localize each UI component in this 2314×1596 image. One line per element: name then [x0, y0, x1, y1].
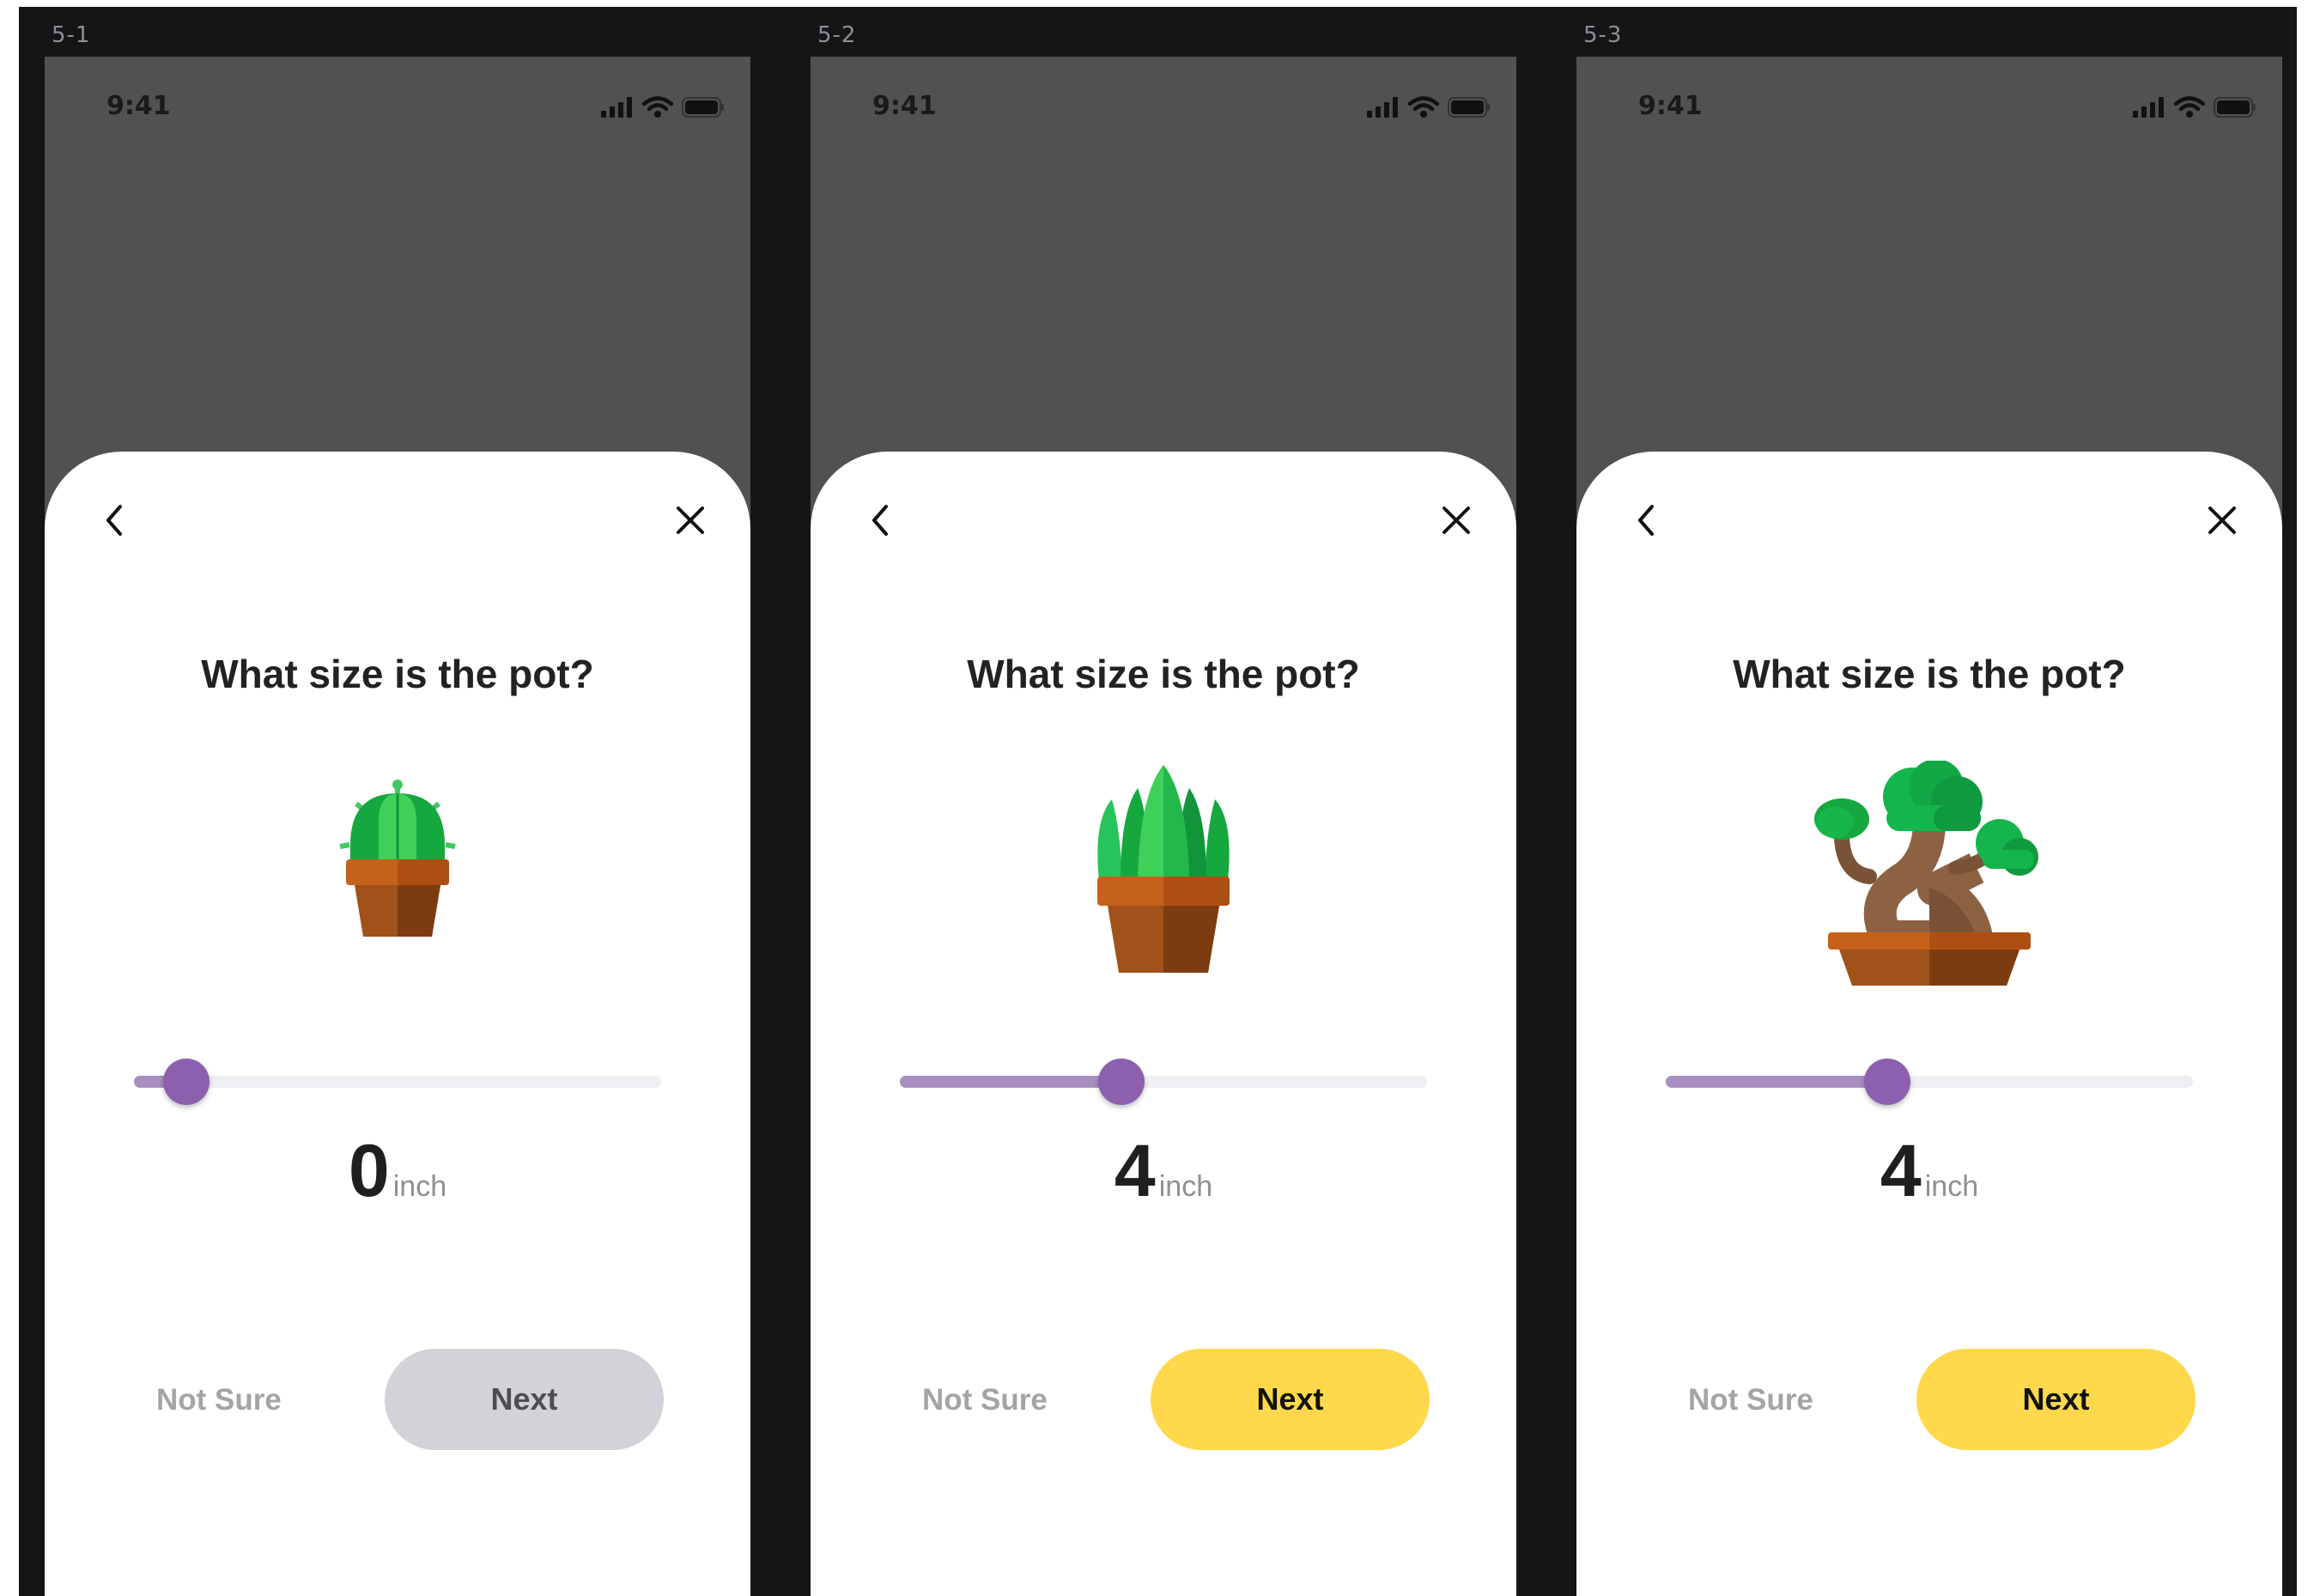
frame-label: 5-2 [817, 22, 857, 48]
battery-icon [682, 97, 724, 118]
phone-screen: 9:41 [1576, 57, 2282, 1596]
signal-icon [1367, 97, 1398, 118]
next-button[interactable]: Next [385, 1349, 664, 1450]
not-sure-button[interactable]: Not Sure [922, 1383, 1048, 1417]
back-chevron-icon[interactable] [1628, 501, 1666, 539]
slider-thumb[interactable] [163, 1059, 210, 1105]
status-time: 9:41 [1638, 91, 1703, 121]
not-sure-button[interactable]: Not Sure [156, 1383, 282, 1417]
size-value: 4 [1114, 1130, 1156, 1212]
frame-5-1: 5-1 9:41 What size is the pot? 0 inch No… [19, 7, 792, 1596]
design-board: 5-1 9:41 What size is the pot? 0 inch No… [19, 7, 2297, 1596]
succulent-illustration [1097, 765, 1230, 973]
page-title: What size is the pot? [201, 652, 594, 696]
cactus-illustration [339, 780, 456, 937]
next-button[interactable]: Next [1916, 1349, 2196, 1450]
battery-icon [2214, 97, 2256, 118]
slider-thumb[interactable] [1863, 1059, 1910, 1105]
size-unit: inch [1158, 1170, 1213, 1203]
close-icon[interactable] [2203, 501, 2241, 539]
bottom-sheet: What size is the pot? [811, 452, 1516, 1596]
size-unit: inch [392, 1170, 447, 1203]
frame-5-2: 5-2 9:41 What size is the pot? 4 inch No… [785, 7, 1558, 1596]
status-time: 9:41 [106, 91, 171, 121]
frame-label: 5-1 [52, 22, 91, 48]
wifi-icon [1408, 96, 1439, 118]
next-button[interactable]: Next [1151, 1349, 1430, 1450]
pot-size-slider[interactable] [134, 1056, 661, 1107]
phone-screen: 9:41 [811, 57, 1516, 1596]
status-bar: 9:41 [811, 91, 1516, 129]
size-readout: 4 inch [811, 1134, 1516, 1208]
size-readout: 0 inch [45, 1134, 750, 1208]
back-chevron-icon[interactable] [96, 501, 134, 539]
signal-icon [2133, 97, 2164, 118]
slider-fill [900, 1076, 1121, 1088]
wifi-icon [2174, 96, 2205, 118]
bottom-sheet: What size is the pot? [1576, 452, 2282, 1596]
size-value: 0 [348, 1130, 390, 1212]
pot-size-slider[interactable] [900, 1056, 1427, 1107]
bottom-sheet: What size is the pot? [45, 452, 750, 1596]
pot-size-slider[interactable] [1666, 1056, 2193, 1107]
slider-thumb[interactable] [1097, 1059, 1145, 1105]
not-sure-button[interactable]: Not Sure [1688, 1383, 1813, 1417]
frame-5-3: 5-3 9:41 What size is the pot? 4 inch No… [1551, 7, 2314, 1596]
size-unit: inch [1924, 1170, 1979, 1203]
close-icon[interactable] [671, 501, 709, 539]
page-title: What size is the pot? [967, 652, 1360, 696]
signal-icon [601, 97, 632, 118]
slider-track [134, 1076, 661, 1088]
status-time: 9:41 [872, 91, 937, 121]
close-icon[interactable] [1437, 501, 1475, 539]
frame-label: 5-3 [1583, 22, 1623, 48]
battery-icon [1448, 97, 1490, 118]
size-readout: 4 inch [1576, 1134, 2282, 1208]
status-bar: 9:41 [1576, 91, 2282, 129]
phone-screen: 9:41 [45, 57, 750, 1596]
status-bar: 9:41 [45, 91, 750, 129]
page-title: What size is the pot? [1733, 652, 2126, 696]
back-chevron-icon[interactable] [862, 501, 900, 539]
slider-fill [1666, 1076, 1887, 1088]
bonsai-illustration [1814, 761, 2038, 986]
size-value: 4 [1880, 1130, 1922, 1212]
wifi-icon [642, 96, 673, 118]
